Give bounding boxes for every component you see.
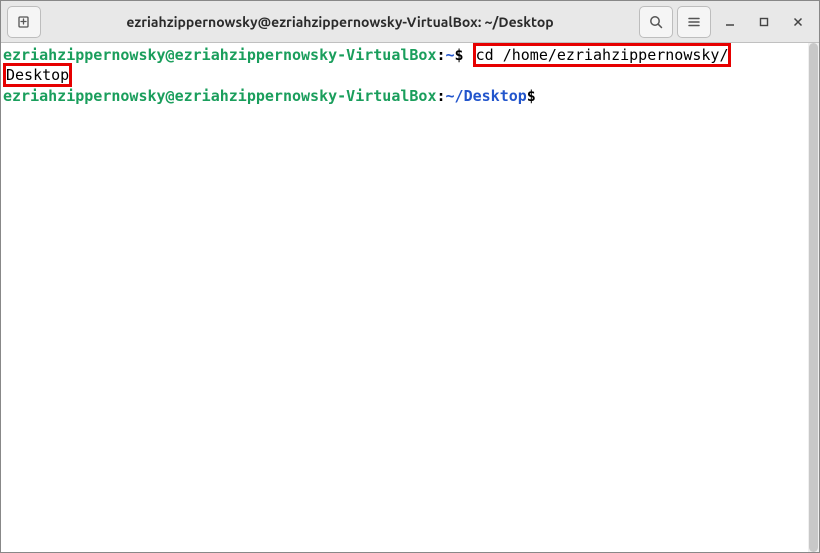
terminal-content[interactable]: ezriahzippernowsky@ezriahzippernowsky-Vi… bbox=[1, 43, 819, 108]
scrollbar-thumb[interactable] bbox=[809, 43, 818, 552]
maximize-icon bbox=[757, 15, 771, 29]
space bbox=[464, 46, 473, 64]
prompt-userhost: ezriahzippernowsky@ezriahzippernowsky-Vi… bbox=[3, 46, 436, 64]
search-button[interactable] bbox=[639, 6, 673, 38]
prompt-separator: : bbox=[436, 46, 445, 64]
scrollbar[interactable] bbox=[808, 43, 819, 552]
titlebar-right-controls bbox=[639, 6, 813, 38]
prompt-path: ~ bbox=[446, 46, 455, 64]
search-icon bbox=[648, 14, 664, 30]
prompt-userhost: ezriahzippernowsky@ezriahzippernowsky-Vi… bbox=[3, 87, 436, 105]
prompt-dollar: $ bbox=[527, 87, 536, 105]
maximize-button[interactable] bbox=[749, 7, 779, 37]
close-icon bbox=[791, 15, 805, 29]
highlighted-command-part1: cd /home/ezriahzippernowsky/ bbox=[473, 43, 732, 67]
window-titlebar: ezriahzippernowsky@ezriahzippernowsky-Vi… bbox=[1, 1, 819, 43]
new-tab-icon bbox=[16, 14, 32, 30]
titlebar-left-controls bbox=[7, 6, 41, 38]
prompt-path: ~/Desktop bbox=[446, 87, 527, 105]
prompt-dollar: $ bbox=[455, 46, 464, 64]
prompt-separator: : bbox=[436, 87, 445, 105]
terminal-line-1: ezriahzippernowsky@ezriahzippernowsky-Vi… bbox=[3, 45, 817, 65]
hamburger-icon bbox=[686, 14, 702, 30]
terminal-line-1b: Desktop bbox=[3, 65, 817, 85]
new-tab-button[interactable] bbox=[7, 6, 41, 38]
highlighted-command-part2: Desktop bbox=[3, 63, 72, 87]
menu-button[interactable] bbox=[677, 6, 711, 38]
terminal-line-2: ezriahzippernowsky@ezriahzippernowsky-Vi… bbox=[3, 86, 817, 106]
close-button[interactable] bbox=[783, 7, 813, 37]
minimize-icon bbox=[723, 15, 737, 29]
minimize-button[interactable] bbox=[715, 7, 745, 37]
window-title: ezriahzippernowsky@ezriahzippernowsky-Vi… bbox=[47, 14, 633, 30]
